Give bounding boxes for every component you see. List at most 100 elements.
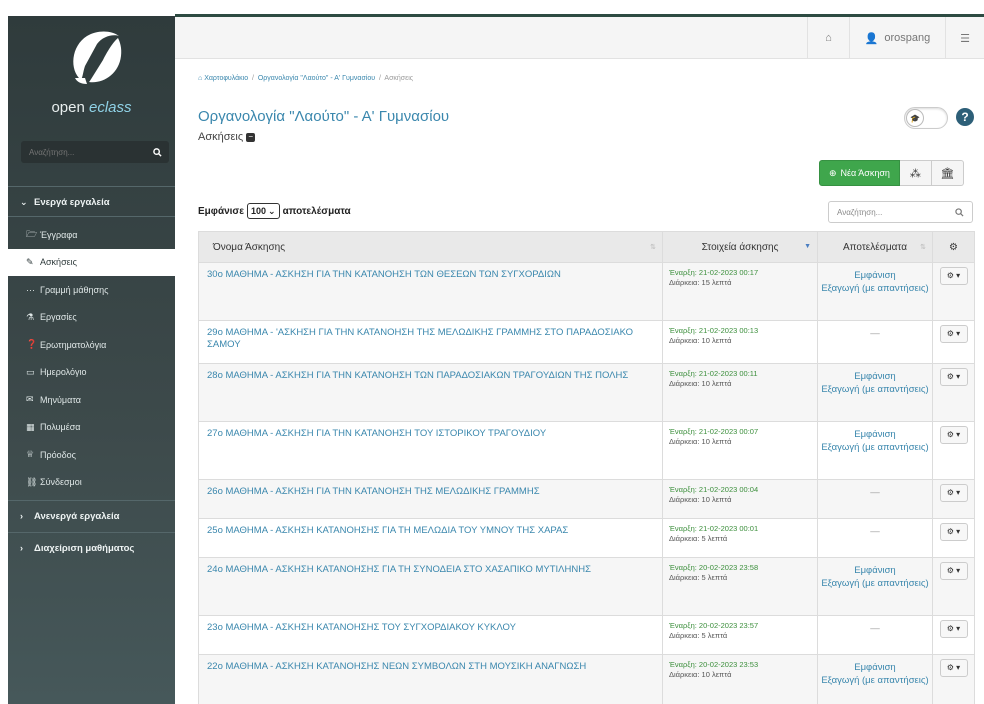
exercise-name-link[interactable]: 24ο ΜΑΘΗΜΑ - ΑΣΚΗΣΗ ΚΑΤΑΝΟΗΣΗΣ ΓΙΑ ΤΗ ΣΥ… (198, 557, 663, 616)
gear-icon: ⚙ (946, 663, 954, 672)
row-actions-dropdown[interactable]: ⚙ ▾ (939, 484, 968, 502)
sort-desc-icon: ▼ (804, 243, 811, 250)
export-results-link[interactable]: Εξαγωγή (με απαντήσεις) (821, 675, 928, 686)
sidebar-section-active-tools[interactable]: ⌄ Ενεργά εργαλεία (8, 188, 175, 216)
export-results-link[interactable]: Εξαγωγή (με απαντήσεις) (821, 283, 928, 294)
table-row: 27ο ΜΑΘΗΜΑ - ΑΣΚΗΣΗ ΓΙΑ ΤΗΝ ΚΑΤΑΝΟΗΣΗ ΤΟ… (198, 421, 975, 480)
sidebar-item-multimedia[interactable]: ▦ Πολυμέσα (8, 414, 175, 442)
show-results-link[interactable]: Εμφάνιση (854, 565, 895, 576)
user-menu-button[interactable]: 👤 orospang (849, 17, 945, 59)
sidebar-section-course-admin[interactable]: › Διαχείριση μαθήματος (8, 534, 175, 562)
exercise-name-link[interactable]: 22ο ΜΑΘΗΜΑ - ΑΣΚΗΣΗ ΚΑΤΑΝΟΗΣΗΣ ΝΕΩΝ ΣΥΜΒ… (198, 654, 663, 704)
collapse-icon[interactable]: − (246, 132, 256, 142)
sidebar-divider (8, 216, 175, 217)
sidebar-search-input[interactable] (21, 141, 145, 163)
sidebar-item-learning-path[interactable]: ··· Γραμμή μάθησης (8, 276, 175, 304)
table-search-input[interactable]: Αναζήτηση... (828, 201, 973, 223)
row-actions-dropdown[interactable]: ⚙ ▾ (939, 426, 968, 444)
column-header-label: Αποτελέσματα (842, 241, 908, 253)
column-header-name[interactable]: Όνομα Άσκησης ⇅ (198, 231, 663, 263)
exercise-name-link[interactable]: 23ο ΜΑΘΗΜΑ - ΑΣΚΗΣΗ ΚΑΤΑΝΟΗΣΗΣ ΤΟΥ ΣΥΓΧΟ… (198, 615, 663, 655)
row-actions-dropdown[interactable]: ⚙ ▾ (939, 659, 968, 677)
folder-icon: 🗁 (26, 228, 38, 239)
settings-toggle-button[interactable]: ☰ (945, 17, 984, 59)
row-actions-dropdown[interactable]: ⚙ ▾ (939, 620, 968, 638)
exercise-start-time: Έναρξη: 21-02-2023 00:04 (669, 485, 759, 494)
row-actions-dropdown[interactable]: ⚙ ▾ (939, 325, 968, 343)
page-size-select[interactable]: 100 ⌄ (247, 203, 280, 219)
show-results-link[interactable]: Εμφάνιση (854, 270, 895, 281)
sidebar-item-calendar[interactable]: ▭ Ημερολόγιο (8, 359, 175, 387)
sidebar-item-messages[interactable]: ✉ Μηνύματα (8, 386, 175, 414)
export-results-link[interactable]: Εξαγωγή (με απαντήσεις) (821, 442, 928, 453)
sidebar-item-label: Ερωτηματολόγια (40, 339, 107, 350)
show-results-link[interactable]: Εμφάνιση (854, 429, 895, 440)
exercise-results-cell: — (817, 518, 933, 558)
gears-icon: ⚙ (949, 241, 958, 253)
breadcrumb-home-link[interactable]: Χαρτοφυλάκιο (204, 75, 248, 82)
exercise-name-link[interactable]: 26ο ΜΑΘΗΜΑ - ΑΣΚΗΣΗ ΓΙΑ ΤΗΝ ΚΑΤΑΝΟΗΣΗ ΤΗ… (198, 479, 663, 519)
exercise-start-time: Έναρξη: 21-02-2023 00:07 (669, 427, 759, 436)
sidebar-item-questionnaires[interactable]: ❓ Ερωτηματολόγια (8, 331, 175, 359)
exercise-name-link[interactable]: 29ο ΜΑΘΗΜΑ - 'ΑΣΚΗΣΗ ΓΙΑ ΤΗΝ ΚΑΤΑΝΟΗΣΗ Τ… (198, 320, 663, 364)
sidebar-nav: 🗁 Έγγραφα ✎ Ασκήσεις ··· Γραμμή μάθησης ⚗ Ερ… (8, 221, 175, 496)
table-row: 29ο ΜΑΘΗΜΑ - 'ΑΣΚΗΣΗ ΓΙΑ ΤΗΝ ΚΑΤΑΝΟΗΣΗ Τ… (198, 320, 975, 364)
export-results-link[interactable]: Εξαγωγή (με απαντήσεις) (821, 384, 928, 395)
home-icon: ⌂ (825, 32, 832, 44)
column-header-info[interactable]: Στοιχεία άσκησης ▼ (662, 231, 818, 263)
table-row: 23ο ΜΑΘΗΜΑ - ΑΣΚΗΣΗ ΚΑΤΑΝΟΗΣΗΣ ΤΟΥ ΣΥΓΧΟ… (198, 615, 975, 655)
student-view-toggle[interactable]: 🎓 (904, 107, 948, 129)
sidebar-item-links[interactable]: ⛓ Σύνδεσμοι (8, 469, 175, 497)
question-bank-button[interactable]: 🏛 (931, 160, 964, 186)
sidebar-divider (8, 500, 175, 501)
exercise-actions-cell: ⚙ ▾ (932, 421, 975, 480)
show-results-link[interactable]: Εμφάνιση (854, 662, 895, 673)
column-header-label: Στοιχεία άσκησης (701, 241, 779, 253)
row-actions-dropdown[interactable]: ⚙ ▾ (939, 267, 968, 285)
breadcrumb-course-link[interactable]: Οργανολογία "Λαούτο" - Α' Γυμνασίου (258, 75, 375, 82)
exercise-name-link[interactable]: 27ο ΜΑΘΗΜΑ - ΑΣΚΗΣΗ ΓΙΑ ΤΗΝ ΚΑΤΑΝΟΗΣΗ ΤΟ… (198, 421, 663, 480)
home-button[interactable]: ⌂ (807, 17, 849, 59)
column-header-results[interactable]: Αποτελέσματα ⇅ (817, 231, 933, 263)
sidebar-section-label: Διαχείριση μαθήματος (34, 542, 135, 554)
exercise-start-time: Έναρξη: 21-02-2023 00:13 (669, 326, 759, 335)
sliders-icon: ☰ (960, 32, 970, 45)
show-results-link[interactable]: Εμφάνιση (854, 371, 895, 382)
flask-icon: ⚗ (26, 311, 35, 322)
export-results-link[interactable]: Εξαγωγή (με απαντήσεις) (821, 578, 928, 589)
row-actions-dropdown[interactable]: ⚙ ▾ (939, 368, 968, 386)
chevron-right-icon: › (20, 543, 23, 553)
exercise-name-link[interactable]: 30ο ΜΑΘΗΜΑ - ΑΣΚΗΣΗ ΓΙΑ ΤΗΝ ΚΑΤΑΝΟΗΣΗ ΤΩ… (198, 262, 663, 321)
gear-icon: ⚙ (946, 430, 954, 439)
sidebar-item-progress[interactable]: ♕ Πρόοδος (8, 441, 175, 469)
exercise-actions-cell: ⚙ ▾ (932, 557, 975, 616)
search-icon (955, 207, 964, 217)
new-exercise-button[interactable]: ⊕ Νέα Άσκηση (819, 160, 900, 186)
breadcrumb-separator: / (377, 75, 383, 82)
exercise-actions-cell: ⚙ ▾ (932, 320, 975, 364)
results-label: αποτελέσματα (282, 205, 351, 217)
chevron-right-icon: › (20, 511, 23, 521)
gear-icon: ⚙ (946, 271, 954, 280)
exercise-name-link[interactable]: 28ο ΜΑΘΗΜΑ - ΑΣΚΗΣΗ ΓΙΑ ΤΗΝ ΚΑΤΑΝΟΗΣΗ ΤΩ… (198, 363, 663, 422)
graduation-cap-icon: 🎓 (906, 109, 924, 127)
sidebar-item-exercises[interactable]: ✎ Ασκήσεις (8, 248, 175, 276)
row-actions-dropdown[interactable]: ⚙ ▾ (939, 523, 968, 541)
page-title[interactable]: Οργανολογία "Λαούτο" - Α' Γυμνασίου (198, 108, 449, 125)
exercise-name-link[interactable]: 25ο ΜΑΘΗΜΑ - ΑΣΚΗΣΗ ΚΑΤΑΝΟΗΣΗΣ ΓΙΑ ΤΗ ΜΕ… (198, 518, 663, 558)
sidebar-section-inactive-tools[interactable]: › Ανενεργά εργαλεία (8, 502, 175, 530)
eclass-logo-icon[interactable] (63, 26, 127, 90)
help-icon[interactable]: ? (956, 108, 974, 126)
categories-button[interactable]: ⁂ (899, 160, 932, 186)
exercise-duration: Διάρκεια: 5 λεπτά (669, 534, 728, 543)
row-actions-dropdown[interactable]: ⚙ ▾ (939, 562, 968, 580)
sidebar-divider (8, 186, 175, 187)
gear-icon: ⚙ (946, 372, 954, 381)
sidebar-item-documents[interactable]: 🗁 Έγγραφα (8, 221, 175, 249)
exercise-actions-cell: ⚙ ▾ (932, 615, 975, 655)
sidebar-item-assignments[interactable]: ⚗ Εργασίες (8, 304, 175, 332)
bank-icon: 🏛 (940, 167, 955, 180)
exercise-results-cell: — (817, 615, 933, 655)
search-icon[interactable] (145, 141, 169, 163)
exercise-info-cell: Έναρξη: 21-02-2023 00:07 Διάρκεια: 10 λεπ… (662, 421, 818, 480)
